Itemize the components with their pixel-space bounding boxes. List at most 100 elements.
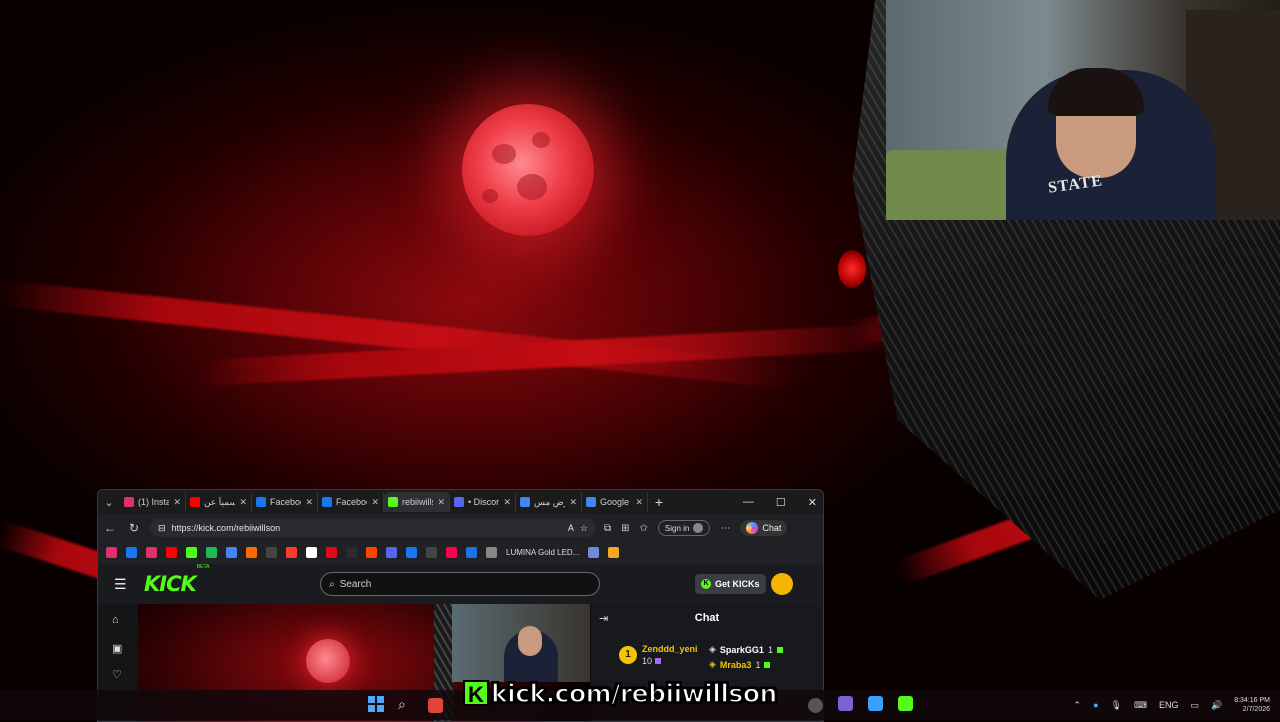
taskbar-app-icon[interactable] — [868, 696, 883, 711]
browser-tab[interactable]: rebiiwills ✕ — [384, 492, 450, 512]
clock-date: 2/7/2026 — [1242, 706, 1270, 713]
favorites-icon[interactable]: ✩ — [640, 523, 648, 534]
bookmark-icon[interactable] — [166, 546, 177, 558]
system-tray: ⌃ ● 🎙 ⌨ ENG ▭ 🔊 8:34:16 PM 2/7/2026 — [1074, 690, 1270, 720]
bookmark-icon[interactable] — [266, 546, 277, 558]
close-tab-icon[interactable]: ✕ — [305, 497, 313, 508]
taskbar-app-icon[interactable] — [838, 696, 853, 711]
volume-icon[interactable]: 🔊 — [1211, 700, 1222, 711]
extensions-icon[interactable]: ⧉ — [604, 523, 611, 534]
close-tab-icon[interactable]: ✕ — [437, 497, 445, 508]
maximize-button[interactable]: ☐ — [776, 496, 786, 509]
tab-list-chevron-icon[interactable]: ⌄ — [98, 496, 120, 509]
user-avatar[interactable] — [771, 573, 793, 595]
split-screen-icon[interactable]: ⊞ — [621, 523, 629, 534]
close-window-button[interactable]: ✕ — [808, 496, 817, 509]
reload-button[interactable]: ↻ — [122, 521, 146, 535]
close-tab-icon[interactable]: ✕ — [371, 497, 379, 508]
taskbar-app-icon[interactable] — [808, 698, 823, 713]
clock-time: 8:34:16 PM — [1234, 697, 1270, 704]
gem-icon — [764, 661, 771, 668]
language-indicator[interactable]: ENG — [1159, 700, 1179, 710]
browse-icon[interactable]: ▣ — [112, 642, 122, 655]
microphone-icon[interactable]: 🎙 — [1111, 700, 1122, 711]
tab-title: Google — [600, 497, 630, 507]
leader-name[interactable]: SparkGG1 — [720, 645, 764, 655]
keyboard-icon[interactable]: ⌨ — [1134, 700, 1147, 711]
tray-app-icon[interactable]: ● — [1093, 700, 1098, 710]
tab-title: Facebook — [336, 497, 367, 507]
copilot-icon — [746, 522, 759, 534]
close-tab-icon[interactable]: ✕ — [635, 497, 643, 508]
close-tab-icon[interactable]: ✕ — [503, 497, 511, 508]
webcam-overlay: STATE — [886, 0, 1280, 220]
bookmark-icon[interactable] — [608, 546, 620, 558]
tab-title: رسمياً عن — [204, 496, 235, 507]
bookmarks-bar: LUMINA Gold LED... — [98, 542, 823, 562]
bookmark-icon[interactable] — [186, 546, 197, 558]
kick-url-banner: K kick.com/rebiiwillson — [463, 677, 778, 709]
kick-header: ☰ KICK BETA ⌕ Search K Get KICKs — [98, 564, 823, 604]
tray-chevron-icon[interactable]: ⌃ — [1074, 700, 1082, 711]
favorite-star-icon[interactable]: ☆ — [580, 523, 588, 534]
menu-hamburger-icon[interactable]: ☰ — [114, 576, 134, 593]
bookmark-icon[interactable] — [486, 546, 497, 558]
clock[interactable]: 8:34:16 PM 2/7/2026 — [1234, 696, 1270, 714]
taskbar-app-icon[interactable] — [898, 696, 913, 711]
bookmark-label: LUMINA Gold LED... — [506, 547, 580, 557]
bookmark-icon[interactable] — [286, 546, 297, 558]
close-tab-icon[interactable]: ✕ — [239, 497, 247, 508]
bookmark-icon[interactable] — [466, 546, 477, 558]
bookmark-icon[interactable] — [366, 546, 377, 558]
bookmark-icon[interactable] — [588, 546, 600, 558]
bookmark-icon[interactable] — [306, 546, 317, 558]
window-controls: — ☐ ✕ — [743, 490, 817, 514]
minimize-button[interactable]: — — [743, 496, 754, 508]
bookmark-icon[interactable] — [126, 546, 137, 558]
network-icon[interactable]: ▭ — [1190, 700, 1199, 711]
taskbar-search-icon[interactable]: ⌕ — [398, 696, 406, 713]
kick-logo[interactable]: KICK BETA — [134, 564, 209, 596]
back-button[interactable]: ← — [98, 521, 122, 535]
windows-start-icon[interactable] — [368, 696, 384, 712]
kick-search-input[interactable]: ⌕ Search — [320, 572, 600, 596]
bookmark-icon[interactable] — [226, 546, 237, 558]
copilot-chat-button[interactable]: Chat — [740, 520, 788, 536]
browser-tab[interactable]: Google ✕ — [582, 492, 648, 512]
site-info-icon[interactable]: ⊟ — [158, 523, 166, 534]
tab-title: (1) Insta — [138, 497, 170, 507]
bookmark-icon[interactable] — [446, 546, 457, 558]
browser-tab[interactable]: • Discord✕ — [450, 492, 516, 512]
home-icon[interactable]: ⌂ — [112, 614, 119, 626]
taskbar-app-icon[interactable] — [428, 698, 443, 713]
close-tab-icon[interactable]: ✕ — [173, 497, 181, 508]
following-heart-icon[interactable]: ♡ — [112, 668, 122, 681]
new-tab-button[interactable]: + — [648, 494, 670, 510]
sign-in-button[interactable]: Sign in — [657, 520, 711, 536]
bookmark-icon[interactable] — [246, 546, 257, 558]
get-kicks-button[interactable]: K Get KICKs — [695, 574, 766, 594]
leaderboard-entry: 1 Zenddd_yeni 10 — [619, 644, 698, 666]
bookmark-icon[interactable] — [426, 546, 437, 558]
bookmark-icon[interactable] — [406, 546, 417, 558]
bookmark-icon[interactable] — [326, 546, 337, 558]
browser-tab[interactable]: (1) Insta ✕ — [120, 492, 186, 512]
read-aloud-icon[interactable]: A — [568, 523, 574, 533]
bookmark-icon[interactable] — [386, 546, 397, 558]
leader-name[interactable]: Zenddd_yeni — [642, 644, 698, 654]
browser-tab[interactable]: Facebook ✕ — [252, 492, 318, 512]
bookmark-lumina[interactable]: LUMINA Gold LED... — [506, 548, 579, 557]
address-bar[interactable]: ⊟ https://kick.com/rebiiwillson A ☆ — [150, 519, 596, 537]
browser-tab[interactable]: الأرض مس ✕ — [516, 492, 582, 512]
bookmark-icon[interactable] — [206, 546, 217, 558]
close-tab-icon[interactable]: ✕ — [569, 497, 577, 508]
bookmark-icon[interactable] — [146, 546, 157, 558]
bookmark-icon[interactable] — [106, 546, 117, 558]
browser-tab[interactable]: Facebook ✕ — [318, 492, 384, 512]
browser-tab[interactable]: رسمياً عن ✕ — [186, 492, 252, 512]
leader-name[interactable]: Mraba3 — [720, 660, 752, 670]
banner-text: kick.com/rebiiwillson — [490, 678, 778, 709]
more-menu-icon[interactable]: ⋯ — [720, 523, 730, 534]
bookmark-icon[interactable] — [346, 546, 357, 558]
chat-title: Chat — [694, 612, 720, 624]
